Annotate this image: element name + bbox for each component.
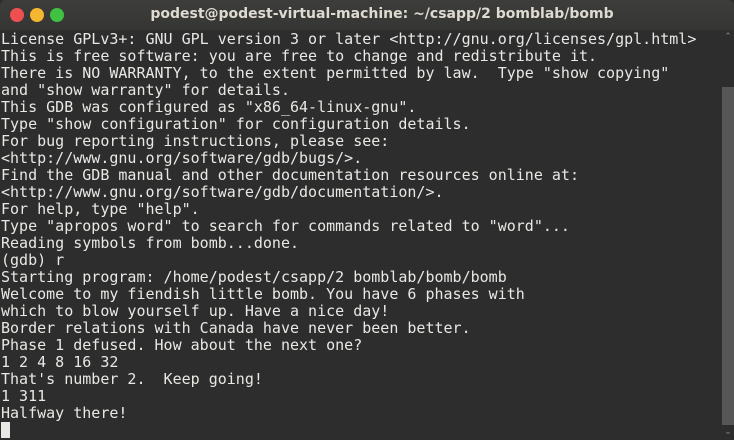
scroll-up-icon[interactable]: ⌃ — [722, 32, 734, 42]
terminal-line: and "show warranty" for details. — [1, 81, 290, 99]
terminal-line: Reading symbols from bomb...done. — [1, 234, 300, 252]
window-title: podest@podest-virtual-machine: ~/csapp/2… — [150, 6, 614, 22]
title-bar[interactable]: podest@podest-virtual-machine: ~/csapp/2… — [0, 0, 734, 30]
terminal-line: For bug reporting instructions, please s… — [1, 132, 390, 150]
terminal-output[interactable]: License GPLv3+: GNU GPL version 3 or lat… — [1, 31, 719, 439]
terminal-line: (gdb) r — [1, 251, 65, 269]
terminal-line: <http://www.gnu.org/software/gdb/bugs/>. — [1, 149, 363, 167]
terminal-line: There is NO WARRANTY, to the extent perm… — [1, 64, 670, 82]
terminal-line: <http://www.gnu.org/software/gdb/documen… — [1, 183, 444, 201]
prompt-line[interactable] — [1, 422, 719, 439]
terminal-line: This is free software: you are free to c… — [1, 47, 598, 65]
terminal-line: For help, type "help". — [1, 200, 200, 218]
terminal-line: Phase 1 defused. How about the next one? — [1, 336, 363, 354]
terminal-line: 1 311 — [1, 387, 47, 405]
cursor — [1, 422, 10, 438]
terminal-line: That's number 2. Keep going! — [1, 370, 263, 388]
terminal-line: Type "apropos word" to search for comman… — [1, 217, 570, 235]
terminal-line: License GPLv3+: GNU GPL version 3 or lat… — [1, 30, 697, 48]
terminal-line: which to blow yourself up. Have a nice d… — [1, 302, 390, 320]
terminal-line: Halfway there! — [1, 404, 128, 422]
terminal-line: Welcome to my fiendish little bomb. You … — [1, 285, 525, 303]
terminal-line: Border relations with Canada have never … — [1, 319, 471, 337]
terminal-line: Type "show configuration" for configurat… — [1, 115, 471, 133]
scrollbar-thumb[interactable] — [722, 87, 734, 425]
terminal-line: This GDB was configured as "x86_64-linux… — [1, 98, 417, 116]
terminal-line: 1 2 4 8 16 32 — [1, 353, 119, 371]
scroll-down-icon[interactable]: ⌄ — [722, 427, 734, 437]
terminal-line: Starting program: /home/podest/csapp/2 b… — [1, 268, 507, 286]
terminal-line: Find the GDB manual and other documentat… — [1, 166, 579, 184]
